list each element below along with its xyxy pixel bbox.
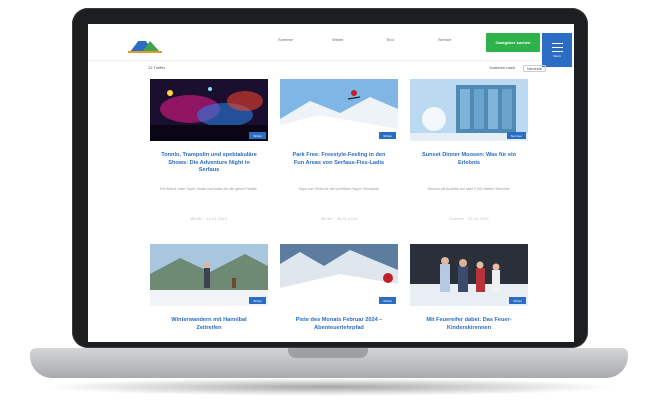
article-card[interactable]: Winter Tonnlo, Trampolin und spektakulär…	[150, 79, 268, 249]
nav-item-tirol[interactable]: Tirol	[386, 37, 394, 42]
category-tag[interactable]: Winter	[509, 297, 526, 304]
menu-label: Menü	[553, 54, 561, 59]
article-teaser: Genuss mit Ausblick auf über 2.000 Meter…	[427, 187, 511, 191]
mountain-logo-icon[interactable]	[128, 32, 162, 54]
category-tag[interactable]: Winter	[249, 132, 266, 139]
nav-item-service[interactable]: Service	[438, 37, 451, 42]
menu-button[interactable]: Menü	[542, 33, 572, 67]
category-tag[interactable]: Winter	[249, 297, 266, 304]
search-host-button[interactable]: Gastgeber suchen	[486, 33, 540, 52]
sort-controls: Sortieren nach Neueste	[489, 65, 546, 72]
article-teaser: Ein Abend voller Spaß, Musik und Action …	[160, 187, 258, 191]
laptop-base-notch	[288, 348, 368, 358]
article-title[interactable]: Sunset Dinner Moosen: Was für ein Erlebn…	[418, 152, 520, 167]
article-image[interactable]: Winter	[410, 244, 528, 306]
article-image[interactable]: Winter	[280, 79, 398, 141]
result-count: 12 Treffer	[148, 65, 166, 70]
article-meta: Sommer · 20.12.2023	[449, 217, 489, 221]
article-title[interactable]: Park Free: Freestyle-Feeling in den Fun …	[288, 152, 390, 167]
hamburger-icon-line	[551, 50, 563, 53]
article-image[interactable]: Winter	[280, 244, 398, 306]
article-title[interactable]: Piste des Monats Februar 2024 – Abenteue…	[288, 317, 390, 332]
article-title[interactable]: Winterwandern mit Hannibal Zeitreifen	[158, 317, 260, 332]
nav-item-sommer[interactable]: Sommer	[278, 37, 293, 42]
article-meta: Winter · 05.01.2024	[320, 217, 358, 221]
site-header: Sommer Winter Tirol Service Gastgeber su…	[88, 24, 574, 67]
article-card[interactable]: Winter Mit Feuereifer dabei: Das Feuer-K…	[410, 244, 528, 342]
article-image[interactable]: Winter	[150, 79, 268, 141]
article-image[interactable]: Winter	[150, 244, 268, 306]
category-tag[interactable]: Winter	[379, 132, 396, 139]
hamburger-icon-line	[551, 42, 563, 45]
article-title[interactable]: Mit Feuereifer dabei: Das Feuer-Kindersk…	[418, 317, 520, 332]
sort-select[interactable]: Neueste	[523, 65, 546, 72]
article-card[interactable]: Sommer Sunset Dinner Moosen: Was für ein…	[410, 79, 528, 249]
article-card[interactable]: Winter Park Free: Freestyle-Feeling in d…	[280, 79, 398, 249]
article-card[interactable]: Winter Piste des Monats Februar 2024 – A…	[280, 244, 398, 342]
category-tag[interactable]: Sommer	[506, 132, 526, 139]
nav-item-winter[interactable]: Winter	[332, 37, 344, 42]
category-tag[interactable]: Winter	[379, 297, 396, 304]
article-card[interactable]: Winter Winterwandern mit Hannibal Zeitre…	[150, 244, 268, 342]
article-meta: Winter · 12.01.2024	[190, 217, 228, 221]
sort-label: Sortieren nach	[489, 65, 516, 70]
hamburger-icon-line	[551, 46, 563, 49]
article-title[interactable]: Tonnlo, Trampolin und spektakuläre Shows…	[158, 152, 260, 175]
article-image[interactable]: Sommer	[410, 79, 528, 141]
laptop-shadow	[40, 378, 618, 396]
laptop-screen: Sommer Winter Tirol Service Gastgeber su…	[88, 24, 574, 342]
article-teaser: Tipps und Tricks für den perfekten Tag i…	[298, 187, 380, 191]
